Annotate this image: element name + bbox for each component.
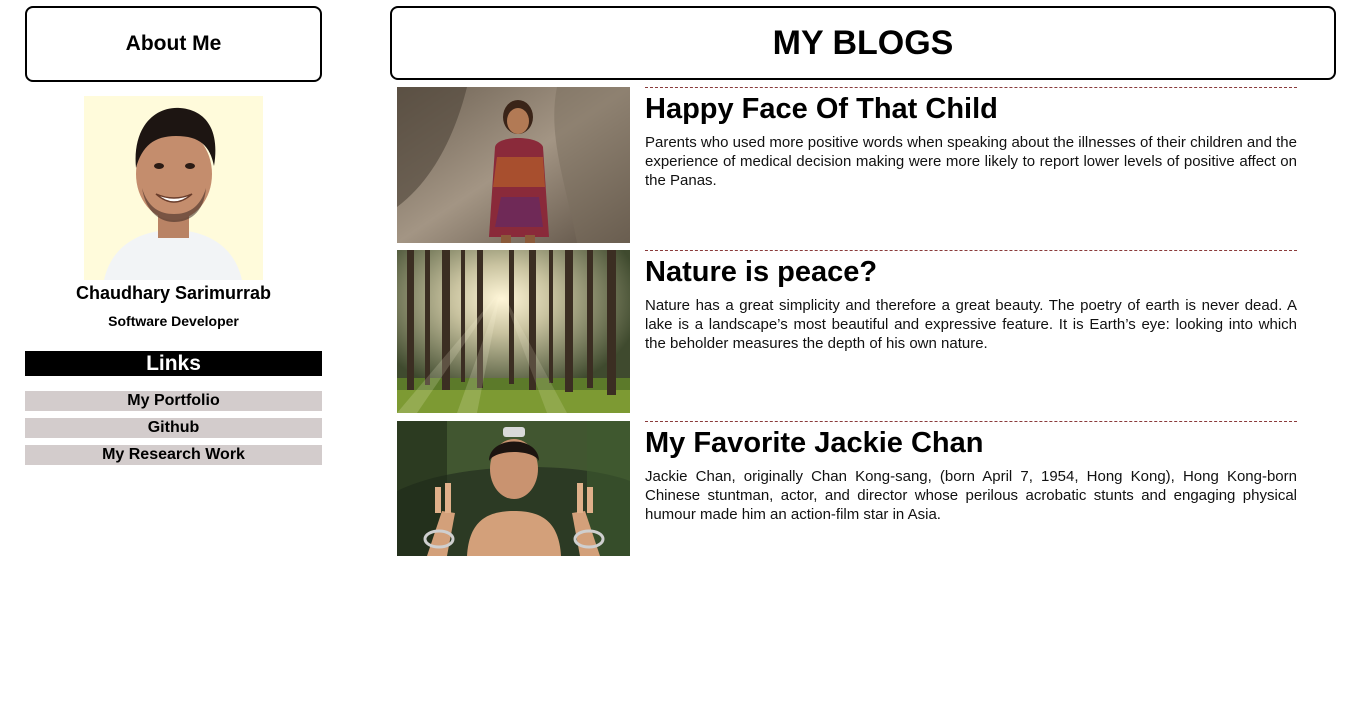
blog-post: Nature is peace? Nature has a great simp… [397,250,1298,413]
blog-post: Happy Face Of That Child Parents who use… [397,87,1298,244]
blog-excerpt: Jackie Chan, originally Chan Kong-sang, … [645,468,1297,523]
blog-title[interactable]: Nature is peace? [645,255,1297,289]
links-title: Links [146,351,201,375]
profile-name: Chaudhary Sarimurrab [75,283,272,303]
blogs-title: MY BLOGS [772,23,954,62]
blog-title[interactable]: Happy Face Of That Child [645,92,1297,126]
link-my-research-work[interactable]: My Research Work [25,445,322,465]
forest-photo [397,250,630,413]
blog-excerpt: Parents who used more positive words whe… [645,134,1297,189]
blog-post-body: Happy Face Of That Child Parents who use… [645,87,1297,190]
jackie-chan-photo [397,421,630,556]
about-me-title: About Me [125,32,222,55]
blog-post-body: Nature is peace? Nature has a great simp… [645,250,1297,353]
blogs-header: MY BLOGS [390,6,1336,80]
links-header: Links [25,351,322,376]
link-my-portfolio[interactable]: My Portfolio [25,391,322,411]
child-photo [397,87,630,243]
blog-image-forest [397,250,630,413]
profile-photo [84,96,263,280]
blog-image-child [397,87,630,243]
blog-post-body: My Favorite Jackie Chan Jackie Chan, ori… [645,421,1297,524]
link-github[interactable]: Github [25,418,322,438]
about-me-header: About Me [25,6,322,82]
blog-title[interactable]: My Favorite Jackie Chan [645,426,1297,460]
avatar [84,96,263,280]
blog-post: My Favorite Jackie Chan Jackie Chan, ori… [397,421,1298,556]
blog-excerpt: Nature has a great simplicity and theref… [645,297,1297,352]
blog-image-jackie-chan [397,421,630,556]
profile-role: Software Developer [108,313,239,329]
